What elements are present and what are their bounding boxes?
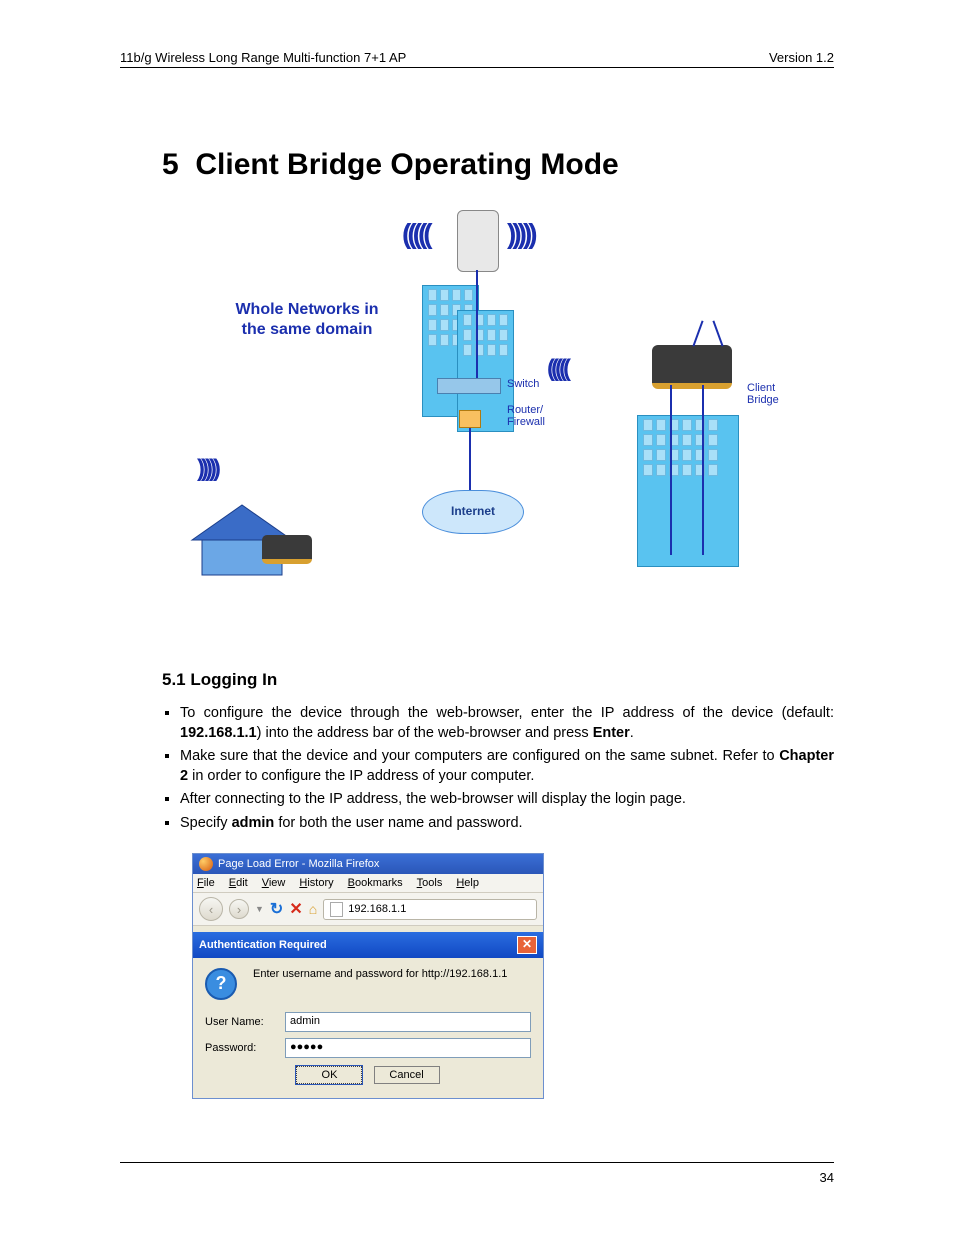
- page-icon: [330, 902, 343, 917]
- wifi-waves-icon: (((((: [402, 218, 429, 250]
- reload-icon[interactable]: ↻: [270, 899, 283, 919]
- switch-icon: [437, 378, 501, 394]
- antenna-icon: [712, 320, 723, 346]
- browser-menubar: File Edit View History Bookmarks Tools H…: [193, 874, 543, 893]
- menu-view[interactable]: View: [262, 877, 286, 889]
- stop-icon[interactable]: ✕: [289, 899, 302, 919]
- document-page: 11b/g Wireless Long Range Multi-function…: [0, 0, 954, 1235]
- instruction-list: To configure the device through the web-…: [180, 704, 834, 833]
- url-text: 192.168.1.1: [348, 903, 406, 915]
- username-input[interactable]: admin: [285, 1012, 531, 1032]
- network-line: [702, 385, 704, 555]
- browser-title-text: Page Load Error - Mozilla Firefox: [218, 858, 379, 870]
- back-button[interactable]: ‹: [199, 897, 223, 921]
- menu-bookmarks[interactable]: Bookmarks: [348, 877, 403, 889]
- password-label: Password:: [205, 1042, 285, 1054]
- access-point-icon: [457, 210, 499, 272]
- header-right: Version 1.2: [769, 50, 834, 65]
- client-bridge-label: Client Bridge: [747, 382, 779, 406]
- address-bar[interactable]: 192.168.1.1: [323, 899, 537, 920]
- auth-message: Enter username and password for http://1…: [253, 968, 507, 980]
- auth-dialog-body: ? Enter username and password for http:/…: [193, 958, 543, 1098]
- caption-line: the same domain: [242, 321, 373, 338]
- home-router-icon: [262, 535, 312, 564]
- menu-file[interactable]: File: [197, 877, 215, 889]
- wifi-waves-icon: ))))): [197, 455, 217, 483]
- diagram-caption: Whole Networks in the same domain: [212, 300, 402, 340]
- browser-titlebar: Page Load Error - Mozilla Firefox: [193, 854, 543, 874]
- browser-toolbar: ‹ › ▼ ↻ ✕ ⌂ 192.168.1.1: [193, 893, 543, 926]
- wifi-waves-icon: ))))): [507, 218, 534, 250]
- auth-dialog-title: Authentication Required: [199, 939, 327, 951]
- page-number: 34: [820, 1170, 834, 1185]
- menu-edit[interactable]: Edit: [229, 877, 248, 889]
- caption-line: Whole Networks in: [235, 301, 378, 318]
- chapter-heading: 5 Client Bridge Operating Mode: [162, 148, 834, 182]
- section-number: 5.1: [162, 670, 186, 689]
- footer-rule: [120, 1162, 834, 1163]
- forward-button[interactable]: ›: [229, 899, 249, 919]
- section-heading: 5.1 Logging In: [162, 670, 834, 690]
- cancel-button[interactable]: Cancel: [374, 1066, 440, 1084]
- header-left: 11b/g Wireless Long Range Multi-function…: [120, 50, 406, 65]
- antenna-icon: [692, 320, 703, 346]
- home-icon[interactable]: ⌂: [309, 901, 317, 917]
- internet-cloud-icon: Internet: [422, 490, 524, 534]
- network-line: [469, 428, 471, 490]
- password-input[interactable]: ●●●●●: [285, 1038, 531, 1058]
- page-header: 11b/g Wireless Long Range Multi-function…: [120, 50, 834, 68]
- section-title: Logging In: [190, 670, 277, 689]
- wifi-waves-icon: (((((: [547, 355, 567, 383]
- client-bridge-router-icon: [652, 345, 732, 389]
- auth-dialog-titlebar: Authentication Required ✕: [193, 932, 543, 958]
- internet-label: Internet: [451, 504, 495, 518]
- firefox-icon: [199, 857, 213, 871]
- menu-help[interactable]: Help: [456, 877, 479, 889]
- question-icon: ?: [205, 968, 237, 1000]
- switch-label: Switch: [507, 378, 539, 390]
- router-icon: [459, 410, 481, 428]
- menu-tools[interactable]: Tools: [417, 877, 443, 889]
- network-diagram: ((((( ))))) Whole Networks in the same d…: [167, 200, 787, 600]
- ok-button[interactable]: OK: [296, 1066, 362, 1084]
- list-item: Specify admin for both the user name and…: [180, 814, 834, 834]
- username-label: User Name:: [205, 1016, 285, 1028]
- browser-window-screenshot: Page Load Error - Mozilla Firefox File E…: [192, 853, 544, 1099]
- network-line: [476, 270, 478, 378]
- network-line: [670, 385, 672, 555]
- auth-dialog: Authentication Required ✕ ? Enter userna…: [193, 932, 543, 1098]
- router-label: Router/ Firewall: [507, 404, 545, 428]
- dropdown-arrow-icon[interactable]: ▼: [255, 904, 264, 914]
- menu-history[interactable]: History: [299, 877, 333, 889]
- building-icon: [637, 415, 739, 567]
- chapter-title: Client Bridge Operating Mode: [195, 148, 618, 181]
- list-item: After connecting to the IP address, the …: [180, 790, 834, 810]
- close-button[interactable]: ✕: [517, 936, 537, 954]
- chapter-number: 5: [162, 148, 179, 181]
- list-item: To configure the device through the web-…: [180, 704, 834, 743]
- list-item: Make sure that the device and your compu…: [180, 747, 834, 786]
